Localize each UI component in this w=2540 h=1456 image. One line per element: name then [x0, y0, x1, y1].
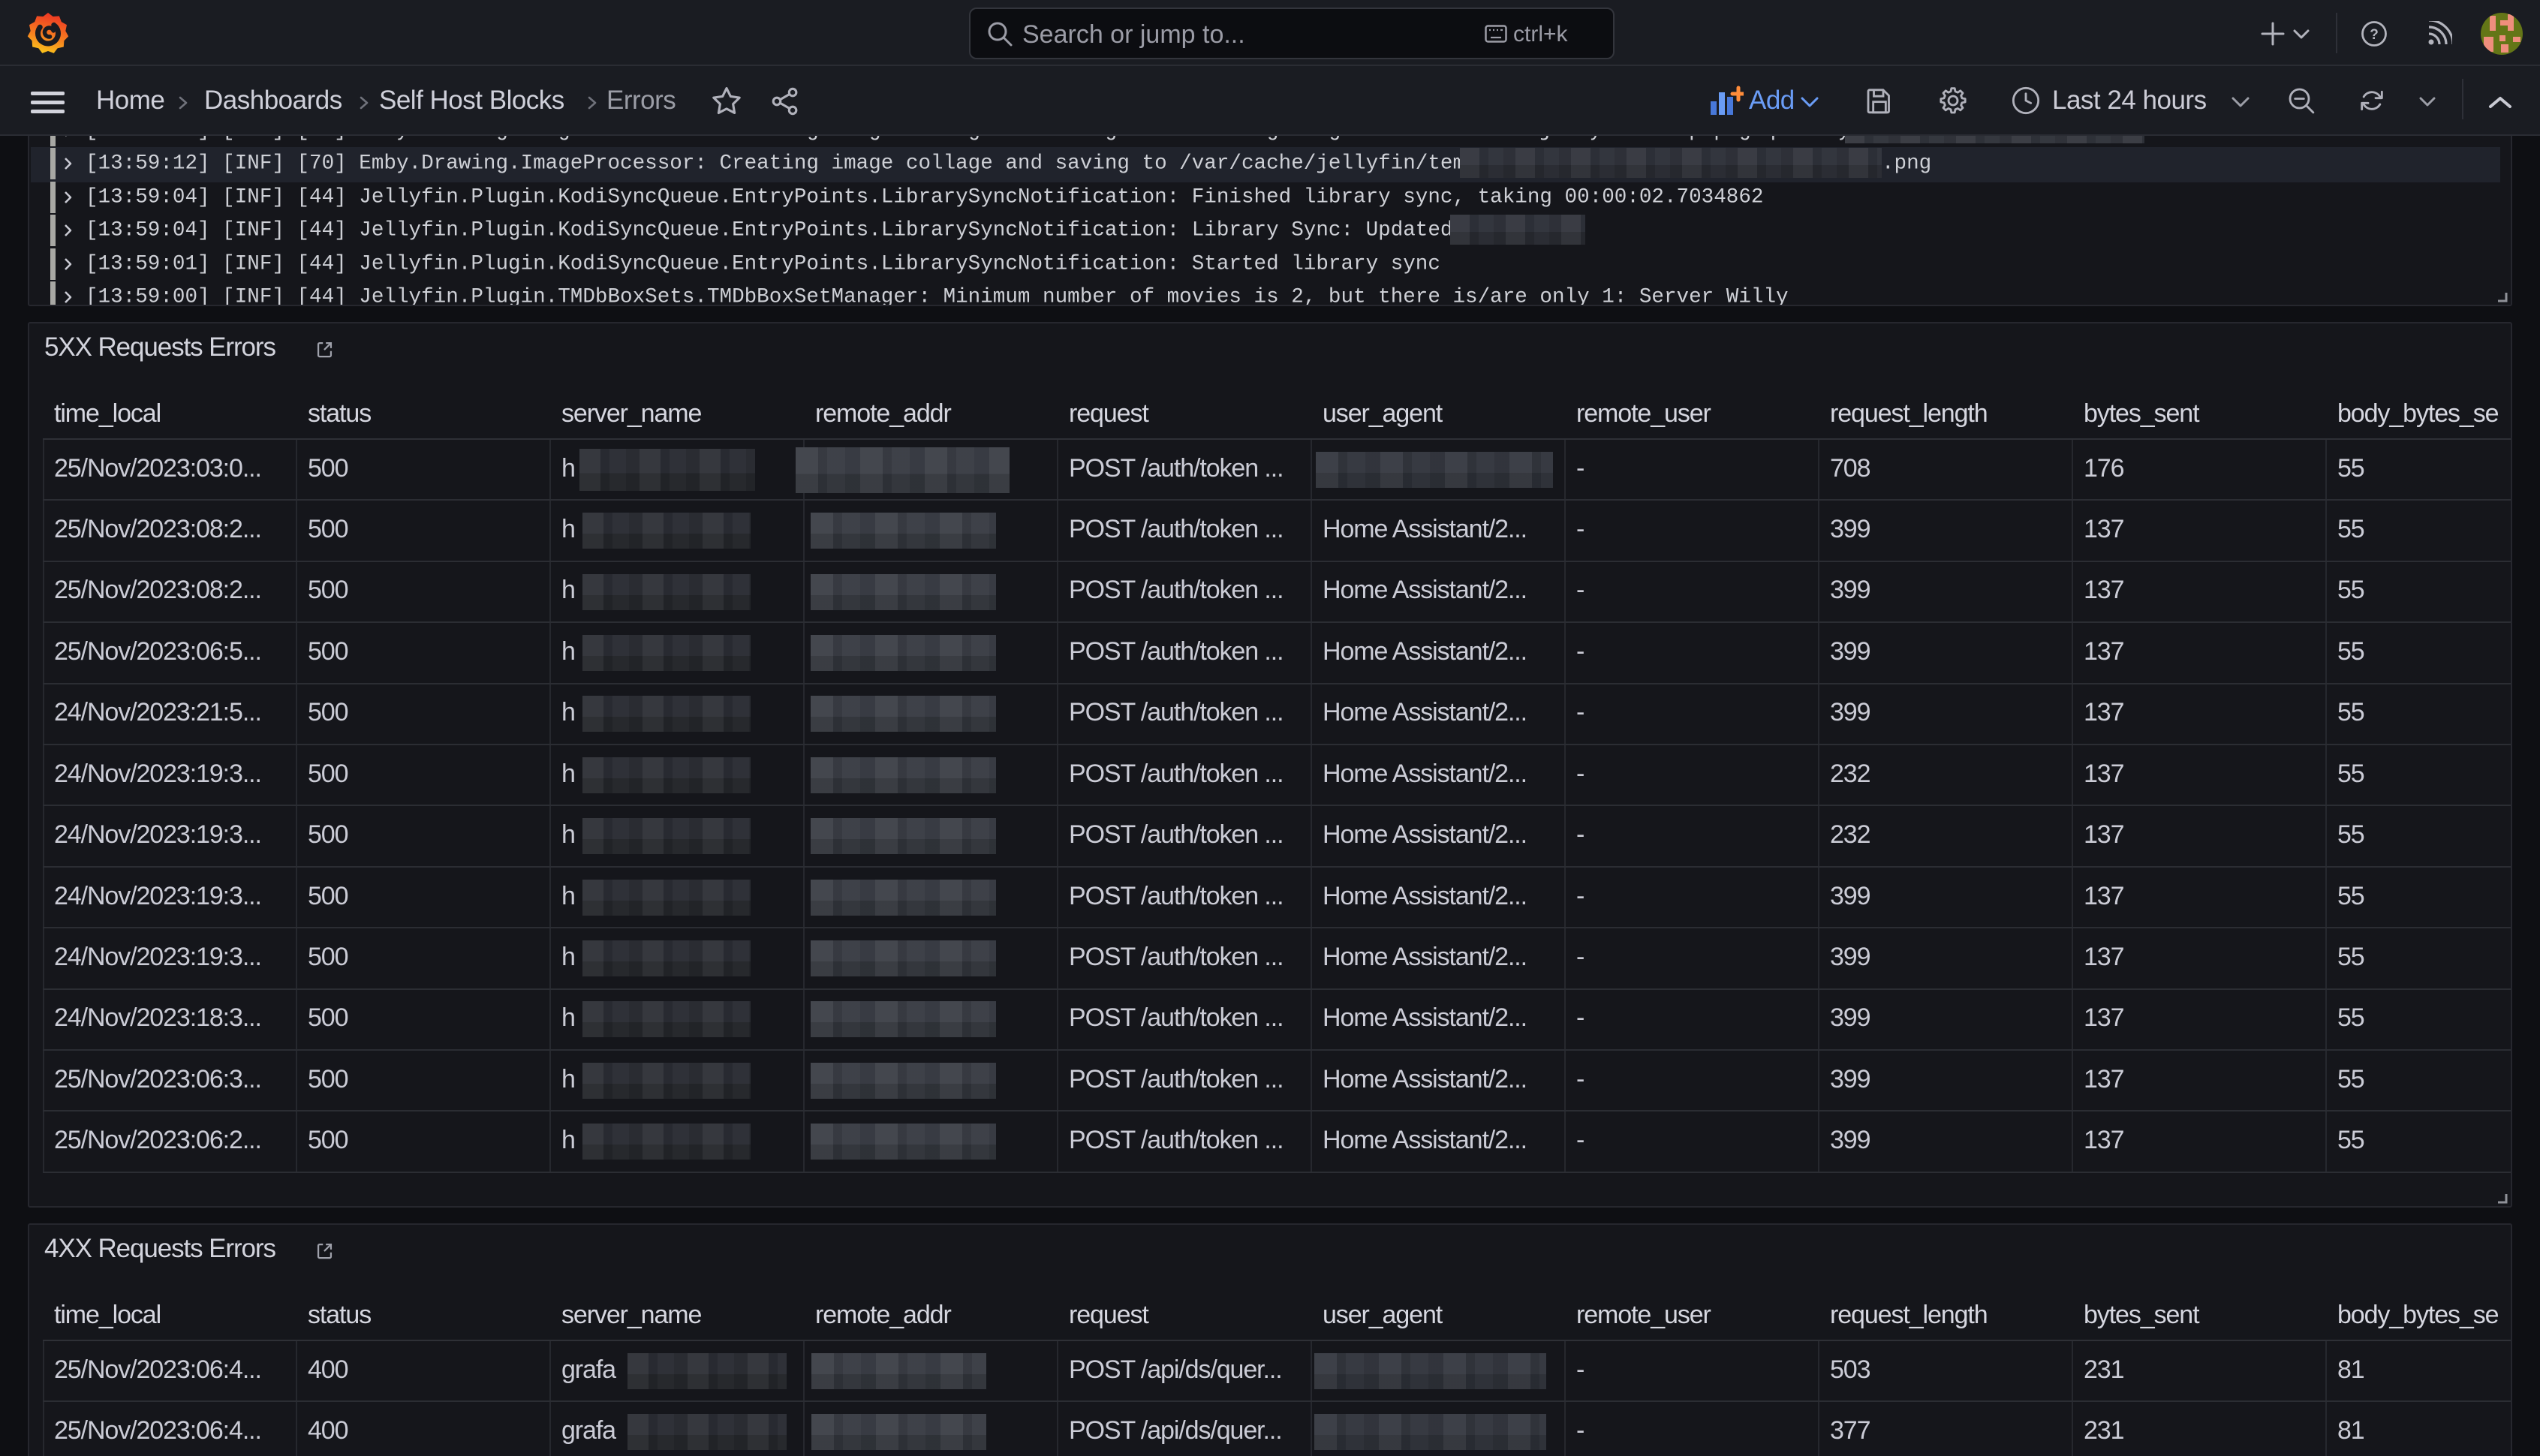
svg-text:?: ? — [2370, 27, 2379, 43]
